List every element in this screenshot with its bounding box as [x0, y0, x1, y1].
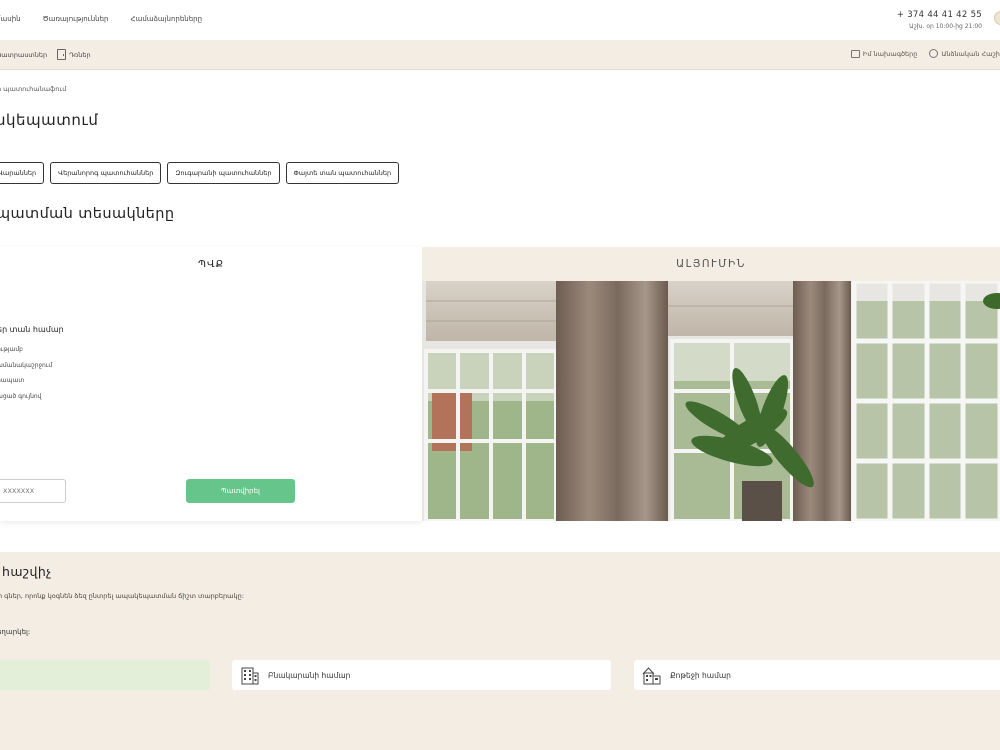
cottage-icon	[642, 667, 661, 685]
pvc-header[interactable]: ՊՎՔ	[0, 247, 422, 281]
account-label: Անձնական Հաշիվ	[941, 49, 1000, 58]
user-icon	[929, 49, 939, 58]
sub-nav: Պատրաստներ Դռներ Իմ նախագծերը Անձնական Հ…	[0, 40, 1000, 70]
list-item: րապատ	[0, 377, 25, 384]
door-icon	[57, 49, 67, 60]
apartment-building-icon	[241, 667, 259, 685]
nav-services[interactable]: Ծառայություններ	[43, 15, 109, 23]
window-photo	[422, 281, 1000, 521]
nav-partners[interactable]: Համաձայնորեները	[130, 15, 202, 23]
option-cottage-label: Քոթեջի համար	[670, 670, 731, 680]
sub-nav-left: Պատրաստներ Դռներ	[0, 49, 91, 60]
account-link[interactable]: Անձնական Հաշիվ	[929, 49, 1000, 58]
phone-number[interactable]: + 374 44 41 42 55	[897, 10, 982, 20]
tab-balconies[interactable]: Վարաններ	[0, 162, 45, 184]
types-title: պատման տեսակները	[0, 206, 175, 222]
avatar[interactable]	[994, 11, 1000, 25]
working-hours: Աշխ. օր 10:00-ից 21:00	[909, 23, 982, 30]
nav-about[interactable]: մասին	[0, 15, 21, 23]
aluminium-card: ԱԼՅՈՒՄԻՆ	[422, 247, 1000, 521]
calculator-title: հաշվիչ	[2, 564, 52, 579]
window-photo-illustration	[422, 281, 1000, 521]
sub-nav-right: Իմ նախագծերը Անձնական Հաշիվ	[850, 49, 1000, 58]
pvc-card: ՊՎՔ եր տան համար ությամբ ամանակաշրջում ր…	[0, 247, 422, 521]
option-selected[interactable]	[0, 660, 210, 690]
order-button[interactable]: Պատվիրել	[186, 479, 295, 503]
subnav-item-label: Դռներ	[69, 50, 91, 59]
choose-label: եղարկել:	[0, 628, 31, 636]
tab-renovation-windows[interactable]: Վերանորոգ պատուհաններ	[50, 162, 162, 184]
my-projects-link[interactable]: Իմ նախագծերը	[850, 49, 918, 58]
option-cottage[interactable]: Քոթեջի համար	[634, 660, 1000, 690]
tab-wooden-house-windows[interactable]: Փայտե տան պատուհաններ	[285, 162, 400, 184]
aluminium-header[interactable]: ԱԼՅՈՒՄԻՆ	[422, 247, 1000, 281]
my-projects-label: Իմ նախագծերը	[862, 49, 918, 58]
phone-field[interactable]	[0, 479, 66, 503]
features-title: եր տան համար	[0, 325, 64, 334]
page-root: մասին Ծառայություններ Համաձայնորեները + …	[0, 0, 1000, 750]
price-calculator: հաշվիչ ի գներ, որոնք կօգնեն ձեզ ընտրել ա…	[0, 552, 1000, 750]
breadcrumb[interactable]: ր պատուհանաֆում	[0, 85, 66, 93]
subnav-item-doors[interactable]: Դռներ	[57, 49, 91, 60]
subnav-item-label: Պատրաստներ	[0, 50, 48, 59]
option-apartment[interactable]: Բնակարանի համար	[232, 660, 611, 690]
tab-bathroom-windows[interactable]: Զուգարանի պատուհաններ	[167, 162, 280, 184]
top-nav: մասին Ծառայություններ Համաձայնորեները	[0, 15, 202, 23]
contact-block: + 374 44 41 42 55 Աշխ. օր 10:00-ից 21:00	[897, 10, 982, 30]
subnav-item-ready[interactable]: Պատրաստներ	[0, 51, 47, 59]
image-icon	[850, 49, 860, 58]
option-apartment-label: Բնակարանի համար	[268, 670, 351, 680]
list-item: ամանակաշրջում	[0, 361, 53, 369]
top-header: մասին Ծառայություններ Համաձայնորեները + …	[0, 0, 1000, 40]
list-item: ությամբ	[0, 346, 23, 353]
page-title: սկեպատում	[0, 111, 99, 129]
features-list: ությամբ ամանակաշրջում րապատ ացած գույնով	[0, 342, 52, 404]
calculator-description: ի գներ, որոնք կօգնեն ձեզ ընտրել ապակեպատ…	[0, 592, 244, 600]
list-item: ացած գույնով	[0, 392, 42, 400]
category-tabs: Վարաններ Վերանորոգ պատուհաններ Զուգարանի…	[0, 162, 400, 184]
material-comparison: ՊՎՔ եր տան համար ությամբ ամանակաշրջում ր…	[0, 247, 1000, 521]
